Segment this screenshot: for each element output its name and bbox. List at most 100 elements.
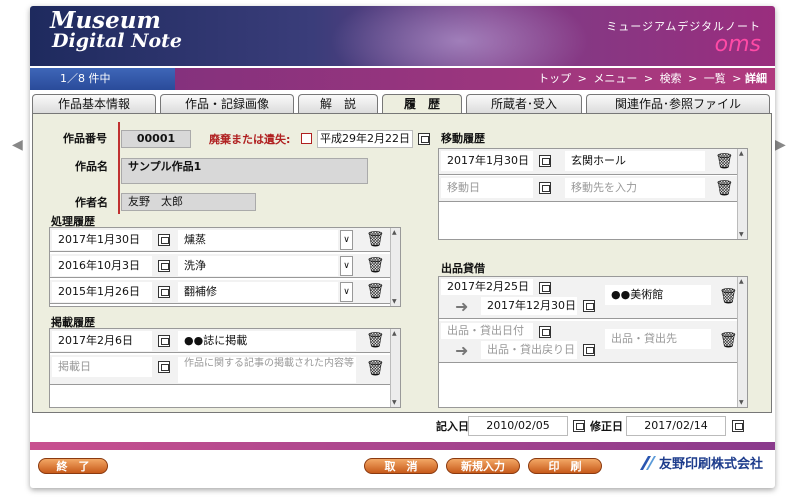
calendar-icon[interactable]	[158, 234, 170, 246]
trash-icon[interactable]: 🗑	[366, 361, 385, 376]
tab-history[interactable]: 履 歴	[382, 94, 462, 115]
table-row: 2017年2月25日 ➜ 2017年12月30日 ●●美術館 🗑	[439, 277, 738, 319]
tab-bar: 作品基本情報 作品・記録画像 解 説 履 歴 所蔵者･受入 関連作品･参照ファイ…	[32, 94, 772, 115]
breadcrumb-list[interactable]: 一覧	[704, 72, 726, 85]
chevron-down-icon[interactable]: ∨	[340, 256, 353, 276]
table-row: 2017年2月6日 ●●誌に掲載 🗑	[50, 329, 390, 353]
trash-icon[interactable]: 🗑	[719, 333, 738, 348]
table-row: 2016年10月3日 洗浄 ∨ 🗑	[50, 254, 390, 278]
trash-icon[interactable]: 🗑	[719, 289, 738, 304]
brand-logo: oms	[714, 32, 761, 57]
process-text[interactable]: 燻蒸	[178, 230, 338, 250]
discard-checkbox[interactable]	[301, 133, 312, 144]
calendar-icon[interactable]	[539, 282, 551, 294]
chevron-down-icon[interactable]: ∨	[340, 282, 353, 302]
cancel-button[interactable]: 取 消	[364, 458, 438, 474]
tab-owner[interactable]: 所蔵者･受入	[466, 94, 582, 114]
trash-icon[interactable]: 🗑	[366, 333, 385, 348]
movement-date-input[interactable]: 移動日	[441, 178, 533, 198]
calendar-icon[interactable]	[573, 420, 585, 432]
tab-commentary[interactable]: 解 説	[298, 94, 378, 114]
calendar-icon[interactable]	[539, 182, 551, 194]
logo-line1: Museum	[50, 7, 161, 34]
calendar-icon[interactable]	[583, 344, 595, 356]
calendar-icon[interactable]	[158, 286, 170, 298]
process-date[interactable]: 2015年1月26日	[52, 282, 152, 302]
breadcrumb-menu[interactable]: メニュー	[593, 72, 637, 85]
trash-icon[interactable]: 🗑	[715, 181, 734, 196]
print-button[interactable]: 印 刷	[528, 458, 602, 474]
breadcrumb-search[interactable]: 検索	[660, 72, 682, 85]
table-row: 2017年1月30日 燻蒸 ∨ 🗑	[50, 228, 390, 252]
next-record-arrow-icon[interactable]: ▶	[775, 137, 786, 153]
movement-history-list: 2017年1月30日 玄関ホール 🗑 移動日 移動先を入力 🗑 ▲ ▼	[438, 148, 748, 240]
publication-history-list: 2017年2月6日 ●●誌に掲載 🗑 掲載日 作品に関する記事の掲載された内容等…	[49, 328, 401, 408]
loan-place[interactable]: ●●美術館	[605, 285, 711, 305]
loan-end-input[interactable]: 出品・貸出戻り日	[481, 341, 577, 359]
breadcrumb: トップ > メニュー > 検索 > 一覧 > 詳細	[538, 72, 767, 85]
arrow-right-icon: ➜	[455, 341, 469, 360]
publication-text[interactable]: ●●誌に掲載	[178, 331, 356, 351]
scrollbar[interactable]: ▲ ▼	[390, 329, 400, 407]
tab-images[interactable]: 作品・記録画像	[160, 94, 294, 114]
movement-date[interactable]: 2017年1月30日	[441, 151, 533, 171]
process-text[interactable]: 洗浄	[178, 256, 338, 276]
table-row: 移動日 移動先を入力 🗑	[439, 176, 737, 202]
history-panel: 作品番号 00001 廃棄または遺失: 平成29年2月22日 作品名 サンプル作…	[32, 113, 772, 413]
loan-end-date[interactable]: 2017年12月30日	[481, 297, 577, 315]
loan-start-input[interactable]: 出品・貸出日付	[441, 323, 533, 339]
loan-place-input[interactable]: 出品・貸出先	[605, 329, 711, 349]
calendar-icon[interactable]	[418, 133, 430, 145]
work-name-label: 作品名	[75, 160, 108, 173]
loan-start-date[interactable]: 2017年2月25日	[441, 279, 533, 295]
breadcrumb-top[interactable]: トップ	[538, 72, 571, 85]
modified-date-label: 修正日	[590, 420, 623, 433]
trash-icon[interactable]: 🗑	[366, 232, 385, 247]
app-logo: Museum Digital Note	[50, 7, 183, 52]
table-row: 2015年1月26日 翻補修 ∨ 🗑	[50, 280, 390, 304]
tab-basic-info[interactable]: 作品基本情報	[32, 94, 156, 114]
calendar-icon[interactable]	[158, 260, 170, 272]
work-name-field: サンプル作品1	[121, 158, 368, 184]
chevron-down-icon[interactable]: ∨	[340, 230, 353, 250]
exit-button[interactable]: 終 了	[38, 458, 108, 474]
table-row: 出品・貸出日付 ➜ 出品・貸出戻り日 出品・貸出先 🗑	[439, 321, 738, 363]
tab-related[interactable]: 関連作品･参照ファイル	[586, 94, 770, 114]
breadcrumb-current: 詳細	[745, 72, 767, 85]
process-text[interactable]: 翻補修	[178, 282, 338, 302]
new-entry-button[interactable]: 新規入力	[446, 458, 520, 474]
modified-date-field: 2017/02/14	[626, 416, 726, 436]
scrollbar[interactable]: ▲ ▼	[737, 277, 747, 407]
prev-record-arrow-icon[interactable]: ◀	[12, 137, 23, 153]
scrollbar[interactable]: ▲ ▼	[737, 149, 747, 239]
publication-text-input[interactable]: 作品に関する記事の掲載された内容等	[178, 357, 356, 383]
calendar-icon[interactable]	[158, 335, 170, 347]
trash-icon[interactable]: 🗑	[715, 154, 734, 169]
publication-date[interactable]: 2017年2月6日	[52, 331, 152, 351]
entry-date-field: 2010/02/05	[468, 416, 568, 436]
calendar-icon[interactable]	[583, 300, 595, 312]
scrollbar[interactable]: ▲ ▼	[390, 228, 400, 306]
table-row: 2017年1月30日 玄関ホール 🗑	[439, 149, 737, 175]
process-date[interactable]: 2017年1月30日	[52, 230, 152, 250]
publication-date-input[interactable]: 掲載日	[52, 357, 152, 377]
trash-icon[interactable]: 🗑	[366, 284, 385, 299]
process-date[interactable]: 2016年10月3日	[52, 256, 152, 276]
discard-date-field[interactable]: 平成29年2月22日	[317, 130, 413, 148]
company-name: 友野印刷株式会社	[659, 457, 764, 472]
movement-place-input[interactable]: 移動先を入力	[565, 178, 705, 198]
calendar-icon[interactable]	[539, 155, 551, 167]
movement-place[interactable]: 玄関ホール	[565, 151, 705, 171]
nav-bar: 1／8 件中 トップ > メニュー > 検索 > 一覧 > 詳細	[30, 68, 775, 90]
calendar-icon[interactable]	[158, 361, 170, 373]
loan-history-label: 出品貸借	[441, 262, 485, 275]
processing-history-list: 2017年1月30日 燻蒸 ∨ 🗑 2016年10月3日 洗浄 ∨ 🗑 2015…	[49, 227, 401, 307]
trash-icon[interactable]: 🗑	[366, 258, 385, 273]
arrow-right-icon: ➜	[455, 297, 469, 316]
author-field: 友野 太郎	[121, 193, 256, 211]
movement-history-label: 移動履歴	[441, 132, 485, 145]
calendar-icon[interactable]	[732, 420, 744, 432]
calendar-icon[interactable]	[539, 326, 551, 338]
record-count: 1／8 件中	[30, 68, 175, 90]
logo-line2: Digital Note	[52, 30, 183, 52]
